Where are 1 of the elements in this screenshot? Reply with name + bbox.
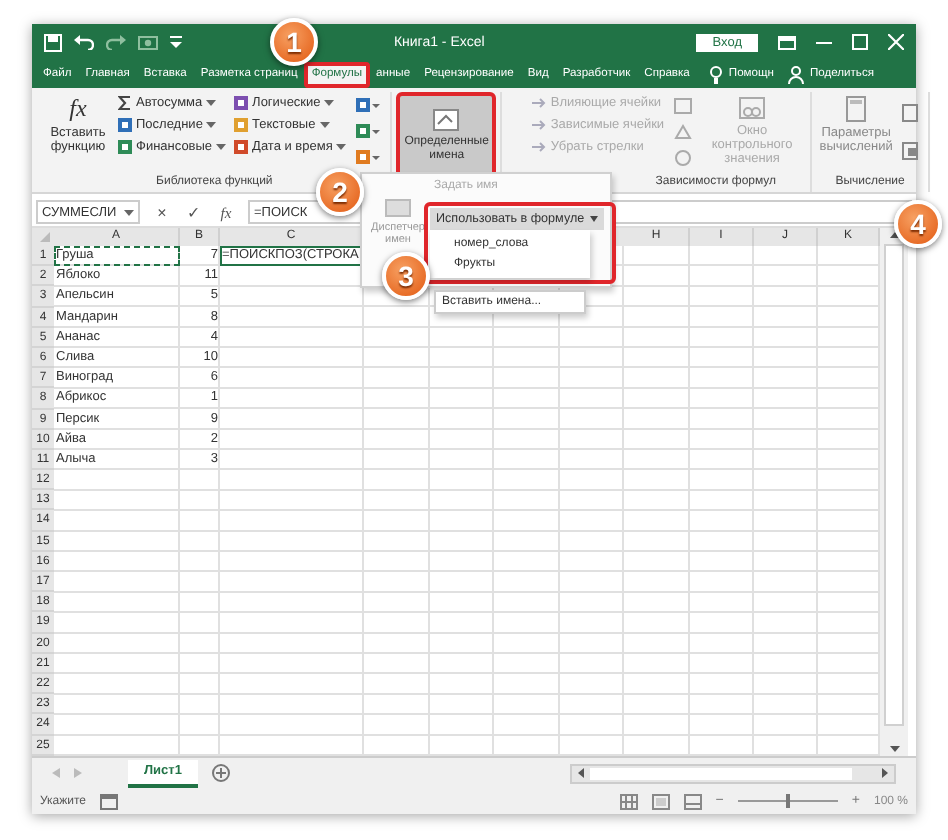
step-number-badge: 4 [894, 200, 942, 248]
